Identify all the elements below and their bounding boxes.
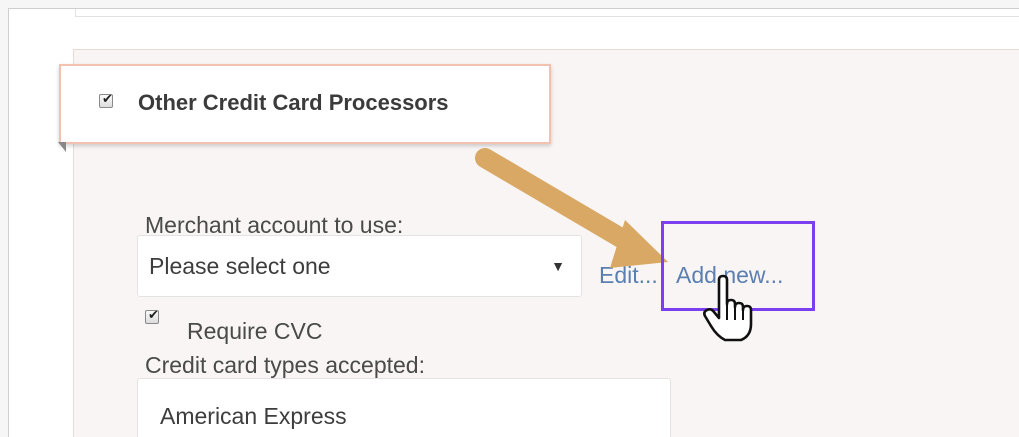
section-title: Other Credit Card Processors xyxy=(138,90,449,115)
section-enable-checkbox[interactable]: ✔ xyxy=(99,91,113,108)
select-value: Please select one xyxy=(149,253,331,279)
hand-pointer-icon xyxy=(703,274,753,342)
list-item[interactable]: American Express xyxy=(160,403,347,430)
checkmark-icon: ✔ xyxy=(102,91,113,106)
top-panel-edge xyxy=(75,9,1019,17)
checkmark-icon: ✔ xyxy=(148,307,159,322)
header-fold-shadow xyxy=(58,142,66,152)
card-types-label: Credit card types accepted: xyxy=(145,352,425,378)
require-cvc-label: Require CVC xyxy=(187,318,323,344)
card-types-list[interactable]: American Express xyxy=(137,378,671,437)
require-cvc-checkbox[interactable]: ✔ xyxy=(145,307,159,324)
screen-frame: ✔ Other Credit Card Processors Merchant … xyxy=(0,0,1019,437)
